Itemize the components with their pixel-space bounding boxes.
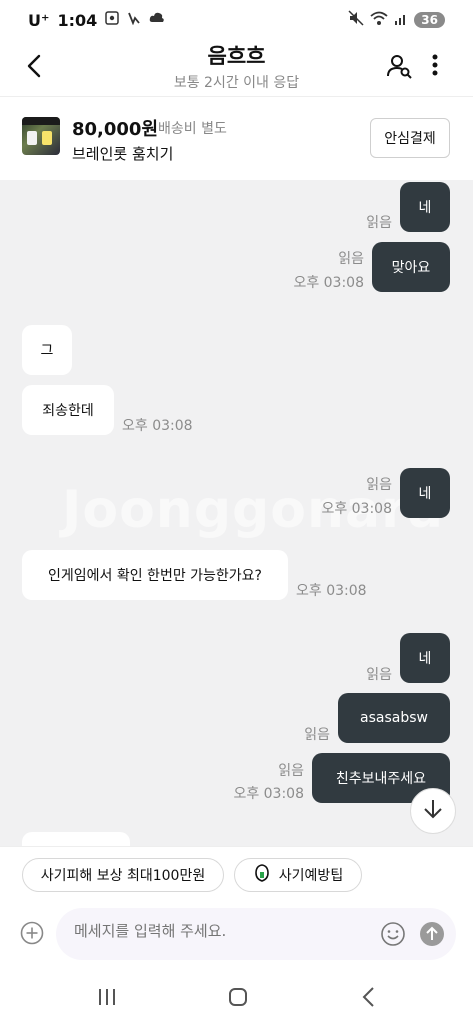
- message-bubble[interactable]: 죄송한데: [22, 385, 114, 435]
- message-bubble[interactable]: 네: [400, 468, 450, 518]
- fraud-tips-chip[interactable]: 사기예방팁: [234, 858, 362, 892]
- quick-chips: 사기피해 보상 최대100만원 사기예방팁: [0, 846, 473, 902]
- more-vertical-icon[interactable]: [428, 52, 442, 80]
- message-bubble[interactable]: 인게임에서 확인 한번만 가능한가요?: [22, 550, 288, 600]
- scroll-to-bottom-button[interactable]: [410, 788, 456, 834]
- message-time: 오후 03:08: [321, 501, 392, 517]
- message-bubble[interactable]: 맞아요: [372, 242, 450, 292]
- message-time: 오후 03:08: [122, 418, 193, 434]
- user-search-icon[interactable]: [386, 52, 414, 80]
- battery-indicator: 36: [414, 12, 445, 28]
- emoji-icon[interactable]: [380, 921, 406, 947]
- read-receipt: 읽음: [366, 667, 392, 683]
- product-summary[interactable]: 80,000원 배송비 별도 브레인롯 훔치기 안심결제: [0, 96, 473, 180]
- message-bubble[interactable]: 네: [400, 633, 450, 683]
- send-icon[interactable]: [420, 922, 444, 946]
- message-bubble-partial[interactable]: [22, 832, 130, 846]
- nav-home-icon[interactable]: [225, 984, 251, 1010]
- nav-recent-icon[interactable]: [94, 984, 120, 1010]
- message-time: 오후 03:08: [233, 786, 304, 802]
- shield-icon: [253, 864, 271, 886]
- read-receipt: 읽음: [304, 727, 330, 743]
- product-price: 80,000원: [72, 119, 159, 140]
- wifi-icon: [370, 10, 388, 30]
- safe-pay-button[interactable]: 안심결제: [370, 118, 450, 158]
- read-receipt: 읽음: [338, 251, 364, 267]
- carrier-label: U⁺: [28, 10, 50, 30]
- read-receipt: 읽음: [366, 215, 392, 231]
- message-time: 오후 03:08: [293, 275, 364, 291]
- chat-thread[interactable]: Joonggonara 읽음 네 읽음 오후 03:08 맞아요 그 죄송한데 …: [0, 180, 473, 846]
- chat-header: 음흐흐 보통 2시간 이내 응답: [0, 40, 473, 96]
- read-receipt: 읽음: [366, 477, 392, 493]
- chip-label: 사기예방팁: [278, 868, 344, 884]
- fraud-compensation-chip[interactable]: 사기피해 보상 최대100만원: [22, 858, 224, 892]
- message-bubble[interactable]: asasabsw: [338, 693, 450, 743]
- nav-back-icon[interactable]: [356, 984, 382, 1010]
- mute-icon: [348, 10, 364, 30]
- message-time: 오후 03:08: [296, 583, 367, 599]
- product-name: 브레인롯 훔치기: [72, 145, 174, 163]
- signal-icon: [394, 11, 408, 30]
- status-bar: U⁺ 1:04 36: [0, 0, 473, 40]
- message-composer: [0, 906, 473, 966]
- message-input-wrapper: [56, 908, 456, 960]
- screenshot-icon: [105, 11, 119, 29]
- plus-circle-icon[interactable]: [20, 921, 44, 945]
- message-input[interactable]: [74, 922, 364, 940]
- chip-label: 사기피해 보상 최대100만원: [40, 868, 206, 884]
- cloud-icon: [149, 11, 165, 29]
- clock: 1:04: [57, 10, 98, 30]
- arrow-down-icon: [421, 797, 445, 825]
- shipping-note: 배송비 별도: [158, 121, 227, 137]
- read-receipt: 읽음: [278, 763, 304, 779]
- system-navbar: [0, 968, 473, 1024]
- tool-icon: [127, 11, 141, 29]
- message-bubble[interactable]: 네: [400, 182, 450, 232]
- message-bubble[interactable]: 그: [22, 325, 72, 375]
- product-thumbnail: [22, 117, 60, 155]
